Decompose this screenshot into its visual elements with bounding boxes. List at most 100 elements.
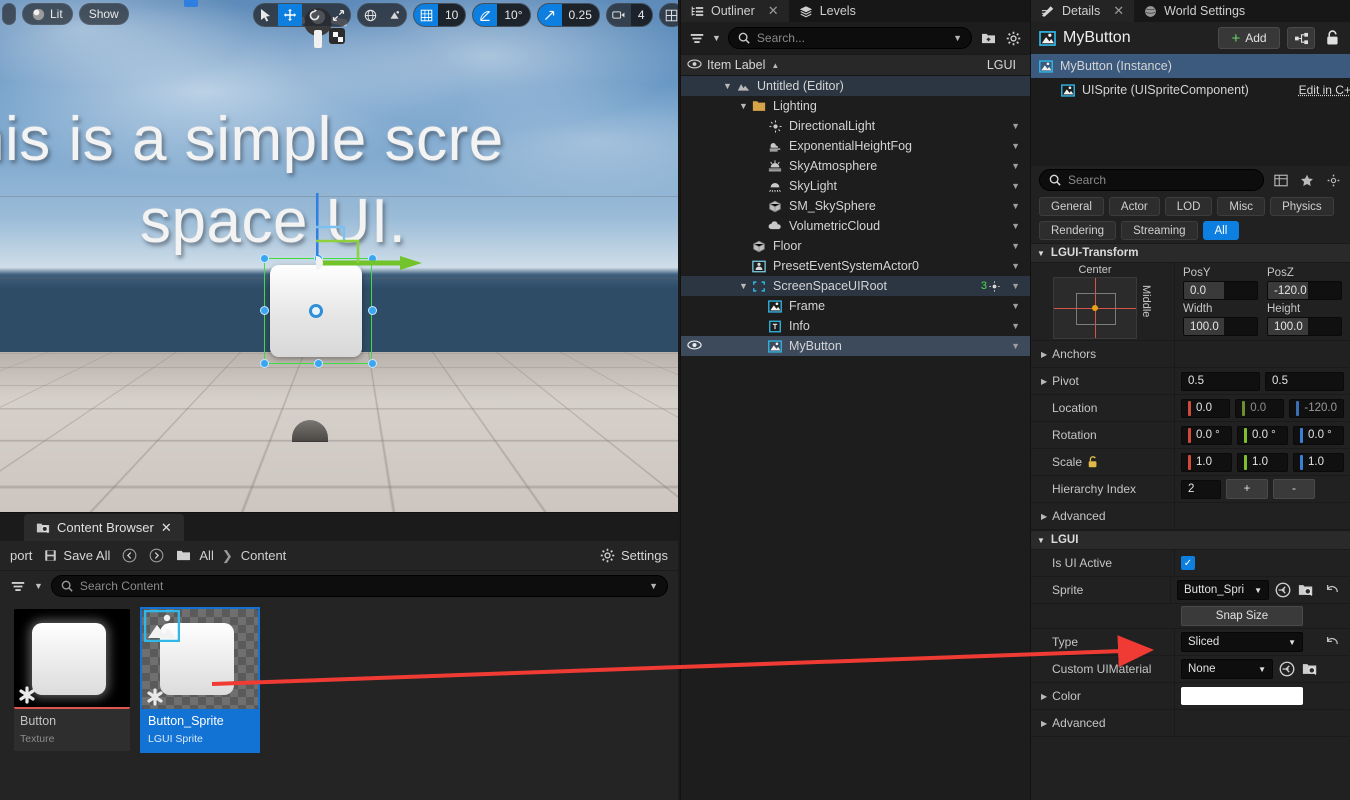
is-ui-active-row[interactable]: Is UI Active ✓ <box>1031 550 1350 577</box>
row-dropdown-icon[interactable]: ▼ <box>1011 161 1020 171</box>
outliner-row-volumetriccloud[interactable]: VolumetricCloud ▼ <box>681 216 1030 236</box>
rotation-row[interactable]: Rotation 0.0 ° 0.0 ° 0.0 ° <box>1031 422 1350 449</box>
rotation-z-input[interactable]: 0.0 ° <box>1293 425 1344 445</box>
color-label-cell[interactable]: ▶ Color <box>1031 683 1175 709</box>
is-ui-active-checkbox[interactable]: ✓ <box>1181 556 1195 570</box>
hierarchy-index-minus-button[interactable]: - <box>1273 479 1315 499</box>
sprite-combo[interactable]: Button_Spri ▼ <box>1177 580 1269 600</box>
anchor-preview[interactable] <box>1053 277 1137 339</box>
angle-snap-value[interactable]: 10° <box>497 4 530 26</box>
transform-advanced-cell[interactable]: ▶ Advanced <box>1031 503 1175 529</box>
location-z-input[interactable]: -120.0 <box>1289 398 1345 418</box>
pivot-label-cell[interactable]: ▶ Pivot <box>1031 368 1175 394</box>
browse-to-asset-button[interactable] <box>1297 581 1315 599</box>
type-row[interactable]: Type Sliced ▼ <box>1031 629 1350 656</box>
outliner-row-lighting[interactable]: ▼ Lighting <box>681 96 1030 116</box>
posz-input[interactable]: -120.0 <box>1267 281 1342 300</box>
use-selected-asset-button[interactable] <box>1274 581 1292 599</box>
viewport-layout-group[interactable] <box>658 3 678 27</box>
search-dropdown-icon[interactable]: ▼ <box>953 33 962 43</box>
row-dropdown-icon[interactable]: ▼ <box>1011 181 1020 191</box>
filter-chip-streaming[interactable]: Streaming <box>1121 221 1198 240</box>
import-button[interactable]: port <box>10 548 32 563</box>
location-x-input[interactable]: 0.0 <box>1181 398 1231 418</box>
lgui-advanced-cell[interactable]: ▶ Advanced <box>1031 710 1175 736</box>
nav-forward-button[interactable] <box>149 548 164 563</box>
resize-handle-bl[interactable] <box>260 359 269 368</box>
angle-snap-toggle[interactable] <box>473 4 498 26</box>
camera-speed-value[interactable]: 4 <box>630 4 652 26</box>
favorites-button[interactable] <box>1298 171 1316 189</box>
open-blueprint-button[interactable] <box>1287 27 1315 49</box>
layout-icon[interactable] <box>660 4 678 26</box>
viewport-left-toolbar[interactable]: Lit Show <box>2 3 129 25</box>
outliner-row-info[interactable]: Info ▼ <box>681 316 1030 336</box>
sort-ascending-icon[interactable]: ▲ <box>771 61 779 70</box>
location-row[interactable]: Location 0.0 0.0 -120.0 <box>1031 395 1350 422</box>
reset-type-button[interactable] <box>1320 634 1344 650</box>
details-settings-button[interactable] <box>1324 171 1342 189</box>
show-menu-button[interactable]: Show <box>78 3 129 25</box>
section-lgui[interactable]: ▼ LGUI <box>1031 530 1350 550</box>
row-dropdown-icon[interactable]: ▼ <box>1011 341 1020 351</box>
outliner-search-row[interactable]: ▼ Search... ▼ <box>681 22 1030 54</box>
visibility-toggle-icon[interactable] <box>681 339 707 353</box>
filter-chip-misc[interactable]: Misc <box>1217 197 1266 216</box>
posy-input[interactable]: 0.0 <box>1183 281 1258 300</box>
transform-gizmo[interactable] <box>316 193 446 323</box>
outliner-search-input[interactable]: Search... ▼ <box>727 27 972 49</box>
content-search-input[interactable]: Search Content ▼ <box>50 575 668 597</box>
use-selected-material-button[interactable] <box>1278 660 1296 678</box>
sprite-row[interactable]: Sprite Button_Spri ▼ <box>1031 577 1350 604</box>
row-dropdown-icon[interactable]: ▼ <box>1011 301 1020 311</box>
reset-sprite-button[interactable] <box>1320 582 1344 598</box>
search-dropdown-icon[interactable]: ▼ <box>649 581 658 591</box>
hierarchy-index-input[interactable]: 2 <box>1181 479 1221 499</box>
resize-handle-ml[interactable] <box>260 306 269 315</box>
transform-advanced-row[interactable]: ▶ Advanced <box>1031 503 1350 530</box>
row-dropdown-icon[interactable]: ▼ <box>1011 261 1020 271</box>
scale-y-input[interactable]: 1.0 <box>1237 452 1288 472</box>
close-icon[interactable]: ✕ <box>768 3 779 19</box>
type-combo[interactable]: Sliced ▼ <box>1181 632 1303 652</box>
content-browser-tabbar[interactable]: Content Browser ✕ <box>0 513 678 541</box>
details-search-input[interactable]: Search <box>1039 169 1264 191</box>
resize-handle-bc[interactable] <box>314 359 323 368</box>
outliner-row-frame[interactable]: Frame ▼ <box>681 296 1030 316</box>
row-dropdown-icon[interactable]: ▼ <box>1011 241 1020 251</box>
tab-levels[interactable]: Levels <box>789 0 866 22</box>
row-dropdown-icon[interactable]: ▼ <box>1011 141 1020 151</box>
rotation-y-input[interactable]: 0.0 ° <box>1237 425 1288 445</box>
rotate-tool-button[interactable] <box>302 4 326 26</box>
chevron-down-icon[interactable]: ▼ <box>739 281 750 291</box>
viewport-options-button[interactable] <box>2 3 16 25</box>
anchors-row[interactable]: ▶ Anchors <box>1031 341 1350 368</box>
asset-thumbnail[interactable] <box>142 609 258 709</box>
hierarchy-index-plus-button[interactable]: + <box>1226 479 1268 499</box>
filter-chip-rendering[interactable]: Rendering <box>1039 221 1117 240</box>
unlock-icon[interactable] <box>1087 455 1099 469</box>
row-dropdown-icon[interactable]: ▼ <box>1011 221 1020 231</box>
row-dropdown-icon[interactable]: ▼ <box>1011 201 1020 211</box>
content-browser-toolbar[interactable]: port Save All All ❯ Content Settings <box>0 541 678 571</box>
viewport-transform-toolbar[interactable]: 10 10° 0.25 4 <box>253 3 678 27</box>
color-swatch[interactable] <box>1181 687 1303 705</box>
edit-in-cpp-link[interactable]: Edit in C++ <box>1299 83 1350 97</box>
outliner-row-mybutton[interactable]: MyButton ▼ <box>681 336 1030 356</box>
outliner-row-screenspaceuiroot[interactable]: ▼ ScreenSpaceUIRoot 3 ▼ <box>681 276 1030 296</box>
scale-x-input[interactable]: 1.0 <box>1181 452 1232 472</box>
breadcrumb-current[interactable]: Content <box>241 548 287 563</box>
world-space-button[interactable] <box>358 4 382 26</box>
filter-chip-all[interactable]: All <box>1202 221 1240 240</box>
asset-grid[interactable]: Button Texture Button_Sprite LGUI Sprite <box>0 601 678 759</box>
row-dropdown-icon[interactable]: ▼ <box>1011 121 1020 131</box>
custom-uimaterial-combo[interactable]: None ▼ <box>1181 659 1273 679</box>
select-tool-button[interactable] <box>254 4 278 26</box>
scale-tool-button[interactable] <box>326 4 350 26</box>
transform-mode-group[interactable] <box>253 3 351 27</box>
details-object-header[interactable]: MyButton + Add <box>1031 22 1350 54</box>
filter-dropdown-icon[interactable]: ▼ <box>34 581 43 591</box>
pivot-row[interactable]: ▶ Pivot 0.5 0.5 <box>1031 368 1350 395</box>
outliner-row-sm-skysphere[interactable]: SM_SkySphere ▼ <box>681 196 1030 216</box>
filter-chip-actor[interactable]: Actor <box>1108 197 1160 216</box>
